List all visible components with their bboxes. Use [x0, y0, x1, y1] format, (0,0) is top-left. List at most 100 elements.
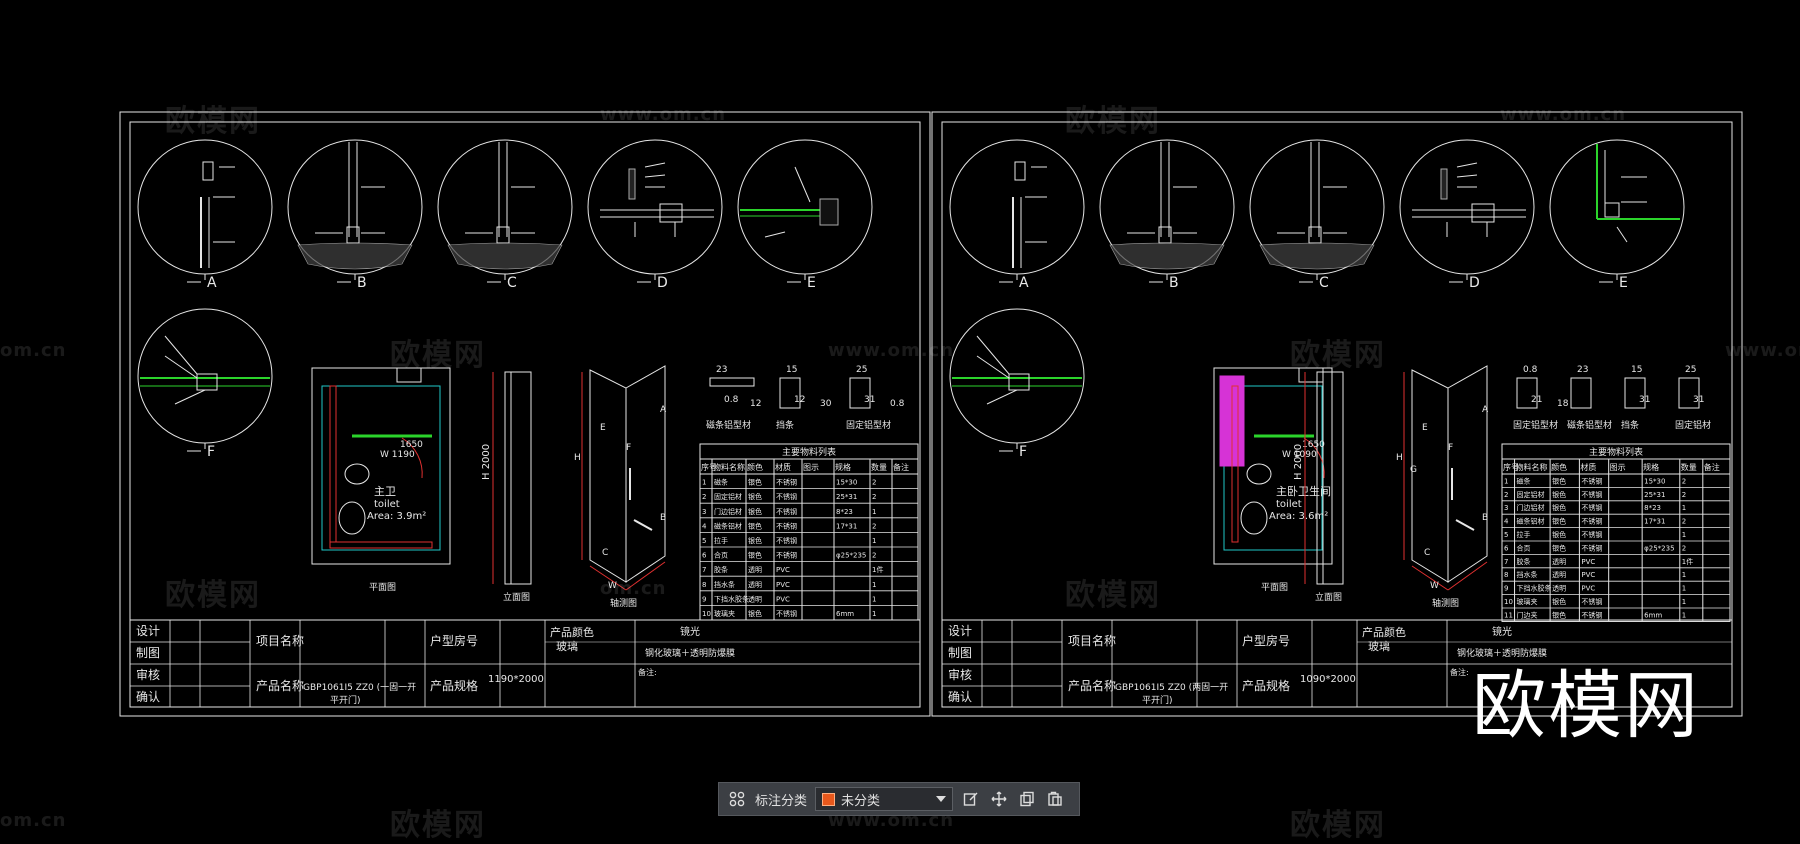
- profile-sections: 0.8 21 18 固定铝型材 23 磁条铝型材 15 31 挡条 25 31 固定铝材: [1513, 365, 1711, 431]
- table-cell: 银色: [748, 521, 762, 530]
- profile-label: 固定铝型材: [846, 419, 891, 431]
- table-cell: PVC: [1581, 571, 1595, 579]
- table-cell: 2: [872, 493, 876, 501]
- detail-circle-e: E: [1549, 139, 1685, 291]
- sheet-inner-border: [941, 121, 1733, 708]
- annotation-category-label: 标注分类: [755, 793, 808, 809]
- table-cell: 10: [1504, 598, 1513, 606]
- table-cell: 合页: [1517, 543, 1531, 552]
- profile-section: 23 磁条铝型材: [1567, 365, 1612, 431]
- spec-value: 1190*2000: [488, 674, 544, 685]
- floor-hatch: [1109, 242, 1225, 270]
- detail-label: F: [207, 444, 215, 460]
- profile-label: 挡条: [1621, 419, 1639, 431]
- table-cell: PVC: [1581, 585, 1595, 593]
- profile-section: 15 31 挡条: [1621, 365, 1650, 431]
- remark-label: 备注:: [1450, 667, 1469, 677]
- leader: [976, 355, 1010, 379]
- table-cell: 透明: [748, 595, 762, 603]
- profile-shape: [709, 377, 755, 387]
- leader: [174, 389, 206, 405]
- detail-circle-outline: [1399, 139, 1535, 275]
- detail-circle-d: D: [1399, 139, 1535, 291]
- table-cell: 不锈钢: [1581, 543, 1602, 552]
- table-cell: 胶条: [714, 565, 728, 574]
- title-row-label: 确认: [136, 690, 160, 704]
- grid-icon[interactable]: [727, 789, 747, 809]
- table-cell: 拉手: [714, 536, 728, 545]
- table-cell: 1: [872, 595, 876, 603]
- plan-red-line: [329, 541, 433, 549]
- axonometric-view: H W A B C E F 轴测图: [574, 365, 667, 609]
- table-cell: 1: [1682, 571, 1686, 579]
- table-cell: 透明: [1552, 585, 1566, 593]
- axon-a-label: A: [1482, 405, 1489, 415]
- detail-label: D: [657, 275, 668, 291]
- table-cell: 9: [1504, 585, 1508, 593]
- detail-label: E: [1619, 275, 1628, 291]
- table-cell: 1: [872, 581, 876, 589]
- material-table: 主要物料列表序号物料名称 颜色 材质 图示 规格 数量 备注1 磁条 银色 不锈钢 15*30 22 固…: [699, 443, 919, 621]
- profile-dimension: 21: [1531, 395, 1542, 405]
- plan-wall-outer: [311, 367, 451, 565]
- axon-caption: 轴测图: [1432, 597, 1459, 609]
- table-cell: 透明: [748, 581, 762, 589]
- profile-dimension: 25: [856, 365, 867, 375]
- table-cell: 不锈钢: [776, 478, 797, 487]
- plan-basin: [338, 501, 366, 535]
- table-cell: 门边铝材: [714, 507, 742, 516]
- table-cell: 不锈钢: [776, 609, 797, 618]
- table-cell: 25*31: [1644, 491, 1665, 499]
- drawing-sheet-left: A B C D E F 1650W 1190 主卫toiletArea: 3.9m² 平面图 H …: [119, 111, 931, 717]
- table-cell: 15*30: [836, 479, 857, 487]
- table-cell: 5: [702, 537, 706, 545]
- profile-dimension: 23: [1577, 365, 1588, 375]
- table-cell: 磁条: [714, 478, 728, 487]
- copy-icon[interactable]: [1017, 789, 1037, 809]
- profile-label: 挡条: [776, 419, 794, 431]
- table-cell: PVC: [776, 581, 790, 589]
- product-name: GBP1061I5 ZZ0 (一固一开: [303, 682, 416, 693]
- axon-g-label: G: [1410, 465, 1417, 475]
- table-cell: 银色: [1552, 610, 1566, 619]
- detail-label: F: [1019, 444, 1027, 460]
- annotation-toolbar: 标注分类 未分类: [718, 782, 1080, 816]
- axonometric-view: H W A B C E F G 轴测图: [1396, 365, 1489, 609]
- table-cell: 磁条铝材: [1517, 517, 1545, 526]
- table-cell: 1: [1682, 531, 1686, 539]
- profile-sections: 23 0.8 12 磁条铝型材 15 12 30 挡条 25 31 0.8 固定铝型材: [706, 365, 905, 431]
- table-cell: 1: [1682, 598, 1686, 606]
- wall-profile: [819, 198, 839, 226]
- axon-c-label: C: [602, 548, 608, 558]
- clip: [196, 373, 218, 391]
- table-cell: φ25*235: [836, 552, 866, 560]
- sheet-outer-border: [119, 111, 931, 717]
- plan-toilet: [1246, 463, 1272, 485]
- table-title: 主要物料列表: [782, 446, 836, 458]
- table-cell: 不锈钢: [776, 507, 797, 516]
- paste-icon[interactable]: [1045, 789, 1065, 809]
- detail-circle-a: A: [949, 139, 1085, 291]
- axon-handle: [633, 519, 653, 531]
- move-icon[interactable]: [989, 789, 1009, 809]
- table-cell: 6: [1504, 544, 1509, 552]
- detail-circle-outline: [949, 308, 1085, 444]
- table-cell: 6mm: [836, 610, 854, 618]
- plan-caption: 平面图: [369, 582, 396, 593]
- product-name-label: 产品名称: [256, 678, 304, 693]
- detail-label: A: [207, 275, 217, 291]
- axon-handle: [1455, 519, 1475, 531]
- table-cell: 不锈钢: [1581, 476, 1602, 485]
- table-cell: 磁条铝材: [714, 521, 742, 530]
- detail-circle-b: B: [287, 139, 423, 291]
- table-cell: 9: [702, 595, 706, 603]
- annotation-category-select[interactable]: 未分类: [815, 787, 954, 811]
- profile-section: 25 31 固定铝材: [1675, 365, 1711, 431]
- edit-icon[interactable]: [961, 789, 981, 809]
- detail-circle-b: B: [1099, 139, 1235, 291]
- table-cell: 6: [702, 552, 707, 560]
- table-cell: 1: [702, 479, 706, 487]
- leader: [164, 335, 198, 375]
- floor-hatch: [1259, 242, 1375, 270]
- detail-label: B: [1169, 275, 1179, 291]
